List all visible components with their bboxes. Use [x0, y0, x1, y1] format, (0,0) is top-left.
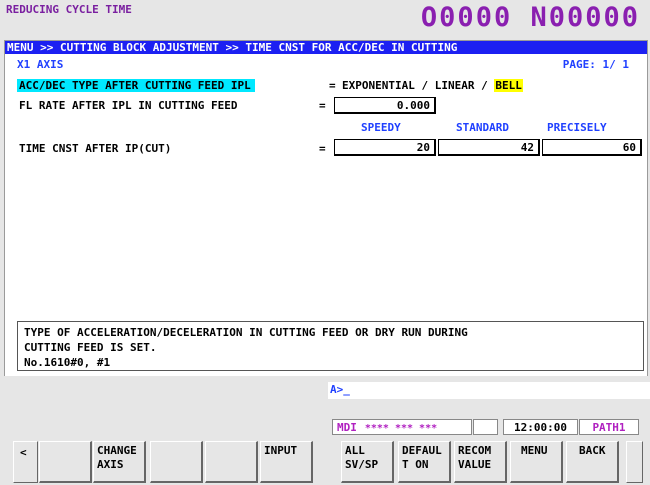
- softkey-label: RECOM: [458, 444, 492, 457]
- softkey-3[interactable]: [150, 441, 203, 483]
- softkey-input[interactable]: INPUT: [260, 441, 313, 483]
- equals-sign: =: [319, 99, 326, 112]
- softkey-change-axis[interactable]: CHANGE AXIS: [93, 441, 146, 483]
- softkey-4[interactable]: [205, 441, 258, 483]
- column-header-precisely: PRECISELY: [547, 121, 607, 134]
- equals-sign: =: [329, 79, 336, 92]
- softkey-label: AXIS: [97, 458, 124, 471]
- softkey-menu[interactable]: MENU: [510, 441, 563, 483]
- time-cnst-label: TIME CNST AFTER IP(CUT): [19, 142, 172, 155]
- page-indicator: PAGE: 1/ 1: [562, 58, 629, 71]
- selected-option-bell[interactable]: BELL: [494, 79, 523, 92]
- program-number: O0000 N00000: [420, 2, 640, 33]
- softkey-back[interactable]: BACK: [566, 441, 619, 483]
- softkey-label: DEFAUL: [402, 444, 442, 457]
- softkey-label: ALL: [345, 444, 365, 457]
- help-line-1: TYPE OF ACCELERATION/DECELERATION IN CUT…: [24, 326, 468, 339]
- softkey-recom-value[interactable]: RECOM VALUE: [454, 441, 507, 483]
- softkey-label: SV/SP: [345, 458, 379, 471]
- softkey-label: CHANGE: [97, 444, 137, 457]
- key-input-text: A>_: [330, 383, 350, 396]
- fl-rate-label: FL RATE AFTER IPL IN CUTTING FEED: [19, 99, 238, 112]
- alarm-indicator: [473, 419, 498, 435]
- time-cnst-speedy-field[interactable]: 20: [334, 139, 436, 156]
- softkey-label: BACK: [579, 444, 606, 457]
- softkey-label: MENU: [521, 444, 548, 457]
- fl-rate-field[interactable]: 0.000: [334, 97, 436, 114]
- softkey-right-continue[interactable]: [626, 441, 643, 483]
- equals-sign: =: [319, 142, 326, 155]
- softkey-label: VALUE: [458, 458, 492, 471]
- left-arrow-icon: <: [20, 446, 27, 459]
- softkey-label: T ON: [402, 458, 429, 471]
- axis-name: X1 AXIS: [17, 58, 64, 71]
- time-cnst-standard-field[interactable]: 42: [438, 139, 540, 156]
- acc-dec-type-label[interactable]: ACC/DEC TYPE AFTER CUTTING FEED IPL: [17, 79, 255, 92]
- softkey-label: INPUT: [264, 444, 298, 457]
- column-header-standard: STANDARD: [456, 121, 509, 134]
- mode-indicator: MDI **** *** ***: [332, 419, 472, 435]
- help-line-3: No.1610#0, #1: [24, 356, 111, 369]
- key-input-buffer[interactable]: A>_: [328, 382, 650, 399]
- help-message-box: TYPE OF ACCELERATION/DECELERATION IN CUT…: [17, 321, 644, 371]
- softkey-default-on[interactable]: DEFAUL T ON: [398, 441, 451, 483]
- acc-dec-options-text: EXPONENTIAL / LINEAR /: [342, 79, 495, 92]
- breadcrumb-text: MENU >> CUTTING BLOCK ADJUSTMENT >> TIME…: [7, 41, 458, 54]
- mode-text: MDI: [337, 421, 357, 434]
- parameter-panel: MENU >> CUTTING BLOCK ADJUSTMENT >> TIME…: [4, 40, 648, 378]
- softkey-1[interactable]: [39, 441, 92, 483]
- status-stars: **** *** ***: [364, 423, 438, 434]
- help-line-2: CUTTING FEED IS SET.: [24, 341, 157, 354]
- softkey-left-arrow[interactable]: <: [13, 441, 38, 483]
- screen-title: REDUCING CYCLE TIME: [6, 3, 132, 16]
- time-cnst-precisely-field[interactable]: 60: [542, 139, 642, 156]
- clock: 12:00:00: [503, 419, 578, 435]
- acc-dec-type-options[interactable]: EXPONENTIAL / LINEAR / BELL: [342, 79, 523, 92]
- softkey-all-sv-sp[interactable]: ALL SV/SP: [341, 441, 394, 483]
- path-indicator: PATH1: [579, 419, 639, 435]
- breadcrumb: MENU >> CUTTING BLOCK ADJUSTMENT >> TIME…: [5, 41, 647, 54]
- column-header-speedy: SPEEDY: [361, 121, 401, 134]
